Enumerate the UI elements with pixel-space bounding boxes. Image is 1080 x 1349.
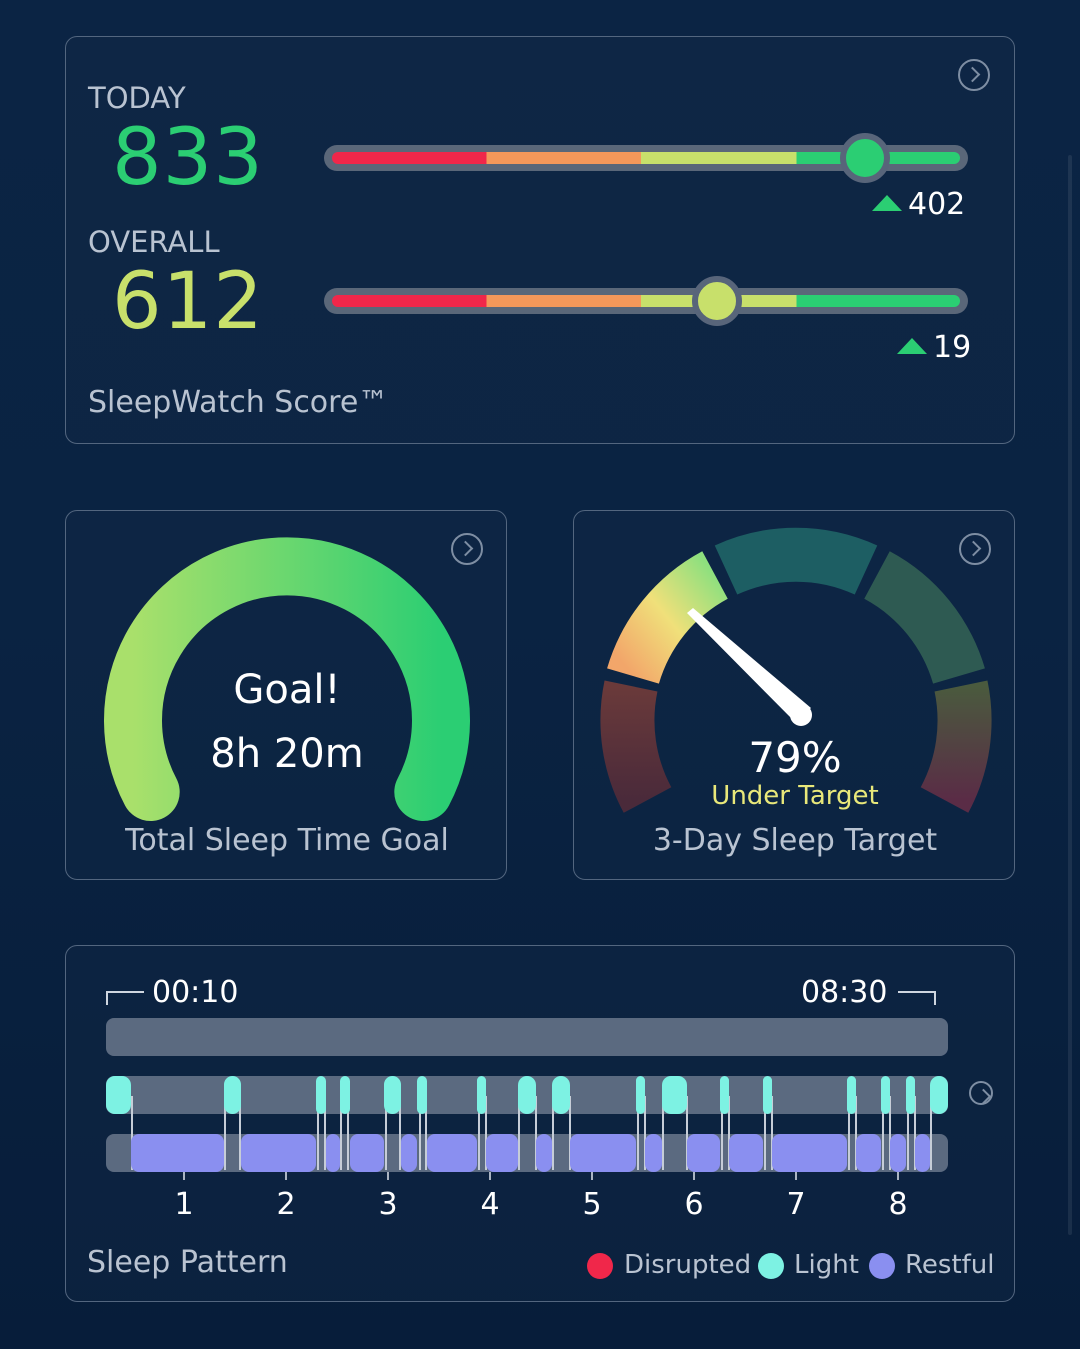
light-sleep-segment <box>384 1076 401 1114</box>
up-arrow-icon <box>872 195 902 211</box>
restful-sleep-segment <box>570 1134 636 1172</box>
overall-score-marker <box>691 276 742 326</box>
restful-legend-dot <box>869 1253 895 1279</box>
restful-sleep-segment <box>486 1134 518 1172</box>
light-sleep-segment <box>881 1076 890 1114</box>
sleep-pattern-title: Sleep Pattern <box>87 1245 288 1280</box>
restful-sleep-segment <box>915 1134 930 1172</box>
light-sleep-segment <box>930 1076 948 1114</box>
restful-sleep-segment <box>772 1134 847 1172</box>
light-sleep-segment <box>106 1076 131 1114</box>
restful-legend-label: Restful <box>905 1250 995 1280</box>
sleepwatch-score-card[interactable]: TODAY 833 402 OVERALL 612 19 SleepWatch … <box>65 36 1015 444</box>
light-sleep-segment <box>340 1076 350 1114</box>
scrollbar[interactable] <box>1068 155 1072 1235</box>
light-sleep-segment <box>552 1076 570 1114</box>
sleep-target-percent: 79% <box>748 733 842 782</box>
end-bracket <box>898 991 936 1005</box>
restful-sleep-segment <box>326 1134 340 1172</box>
hour-label: 6 <box>684 1187 704 1222</box>
hour-label: 1 <box>174 1187 194 1222</box>
light-legend-label: Light <box>794 1250 859 1280</box>
sleep-end-time: 08:30 <box>801 975 888 1010</box>
restful-sleep-segment <box>645 1134 662 1172</box>
goal-sleep-time: 8h 20m <box>210 731 364 777</box>
light-sleep-segment <box>417 1076 427 1114</box>
light-sleep-segment <box>636 1076 645 1114</box>
goal-headline: Goal! <box>233 667 341 713</box>
hour-label: 4 <box>480 1187 500 1222</box>
sleep-target-status: Under Target <box>711 781 879 811</box>
hour-label: 8 <box>888 1187 908 1222</box>
disrupted-legend-dot <box>587 1253 613 1279</box>
restful-sleep-segment <box>241 1134 316 1172</box>
sleep-target-card-title: 3-Day Sleep Target <box>652 823 938 858</box>
today-score-bar <box>324 133 968 183</box>
score-card-title: SleepWatch Score™ <box>88 385 389 420</box>
start-bracket <box>106 991 144 1005</box>
overall-score: 612 <box>112 257 264 347</box>
hour-label: 3 <box>378 1187 398 1222</box>
light-sleep-segment <box>316 1076 326 1114</box>
today-delta: 402 <box>872 187 965 222</box>
overall-score-bar <box>324 276 968 326</box>
light-legend-dot <box>758 1253 784 1279</box>
light-sleep-segment <box>906 1076 915 1114</box>
restful-sleep-segment <box>350 1134 384 1172</box>
hour-label: 5 <box>582 1187 602 1222</box>
restful-sleep-segment <box>687 1134 720 1172</box>
overall-label: OVERALL <box>88 225 220 259</box>
three-day-sleep-target-card[interactable]: 79% Under Target 3-Day Sleep Target <box>573 510 1015 880</box>
today-score: 833 <box>112 113 264 203</box>
hour-label: 7 <box>786 1187 806 1222</box>
light-sleep-segment <box>720 1076 729 1114</box>
light-sleep-segment <box>477 1076 486 1114</box>
light-sleep-segment <box>763 1076 772 1114</box>
chevron-right-icon[interactable] <box>958 59 990 91</box>
restful-sleep-segment <box>131 1134 224 1172</box>
restful-sleep-segment <box>890 1134 906 1172</box>
disrupted-legend-label: Disrupted <box>624 1250 752 1280</box>
total-sleep-time-goal-card[interactable]: Goal! 8h 20m Total Sleep Time Goal <box>65 510 507 880</box>
light-sleep-segment <box>847 1076 856 1114</box>
up-arrow-icon <box>897 338 927 354</box>
light-sleep-segment <box>518 1076 536 1114</box>
hour-label: 2 <box>276 1187 296 1222</box>
disrupted-track <box>106 1018 948 1056</box>
restful-sleep-segment <box>427 1134 477 1172</box>
goal-card-title: Total Sleep Time Goal <box>125 823 449 858</box>
light-sleep-segment <box>662 1076 687 1114</box>
light-sleep-segment <box>224 1076 241 1114</box>
today-score-marker <box>839 133 890 183</box>
restful-sleep-segment <box>729 1134 763 1172</box>
restful-sleep-segment <box>536 1134 552 1172</box>
overall-delta: 19 <box>897 330 971 365</box>
restful-sleep-segment <box>401 1134 417 1172</box>
today-label: TODAY <box>88 81 186 115</box>
chevron-right-icon[interactable] <box>969 1081 993 1105</box>
restful-sleep-segment <box>856 1134 881 1172</box>
sleep-start-time: 00:10 <box>152 975 239 1010</box>
